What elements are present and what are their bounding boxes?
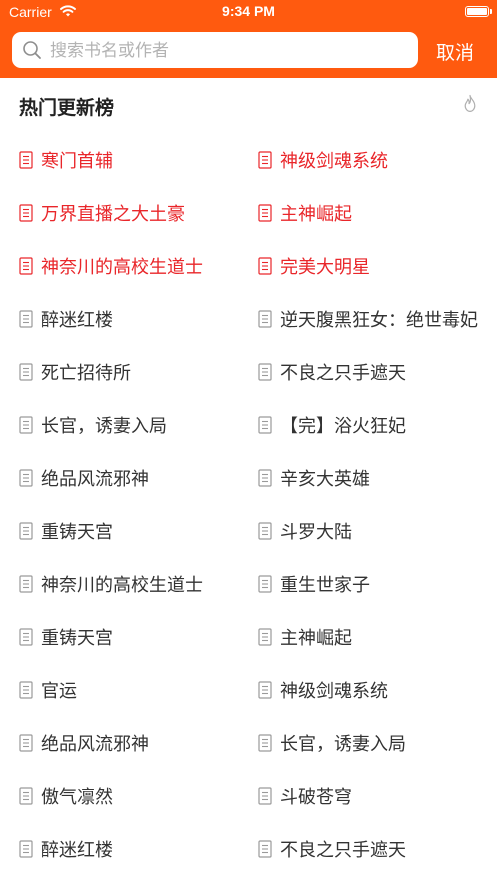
book-item[interactable]: 逆天腹黑狂女：绝世毒妃 bbox=[258, 293, 480, 345]
document-icon bbox=[258, 257, 280, 275]
book-title: 神级剑魂系统 bbox=[280, 681, 388, 702]
book-item[interactable]: 死亡招待所 bbox=[19, 346, 244, 398]
book-title: 主神崛起 bbox=[280, 204, 352, 225]
book-title: 主神崛起 bbox=[280, 628, 352, 649]
book-title: 醉迷红楼 bbox=[41, 310, 113, 331]
document-icon bbox=[19, 840, 41, 858]
book-title: 不良之只手遮天 bbox=[280, 363, 406, 384]
book-title: 逆天腹黑狂女：绝世毒妃 bbox=[280, 310, 478, 331]
document-icon bbox=[258, 628, 280, 646]
book-item[interactable]: 【完】浴火狂妃 bbox=[258, 399, 480, 451]
book-title: 完美大明星 bbox=[280, 257, 370, 278]
document-icon bbox=[19, 681, 41, 699]
document-icon bbox=[258, 787, 280, 805]
book-item[interactable]: 主神崛起 bbox=[258, 611, 480, 663]
search-box[interactable] bbox=[12, 32, 418, 70]
book-title: 重生世家子 bbox=[280, 575, 370, 596]
search-input[interactable] bbox=[48, 32, 412, 70]
book-title: 官运 bbox=[41, 681, 77, 702]
battery-icon bbox=[465, 6, 492, 17]
document-icon bbox=[19, 628, 41, 646]
status-time: 9:34 PM bbox=[222, 3, 275, 19]
book-title: 神奈川的高校生道士 bbox=[41, 257, 203, 278]
book-item[interactable]: 绝品风流邪神 bbox=[19, 452, 244, 504]
document-icon bbox=[19, 522, 41, 540]
book-item[interactable]: 神级剑魂系统 bbox=[258, 664, 480, 716]
book-title: 神奈川的高校生道士 bbox=[41, 575, 203, 596]
book-item[interactable]: 神奈川的高校生道士 bbox=[19, 240, 244, 292]
document-icon bbox=[258, 204, 280, 222]
book-item[interactable]: 官运 bbox=[19, 664, 244, 716]
document-icon bbox=[19, 575, 41, 593]
document-icon bbox=[258, 310, 280, 328]
book-item[interactable]: 重铸天宫 bbox=[19, 505, 244, 557]
document-icon bbox=[258, 681, 280, 699]
document-icon bbox=[19, 787, 41, 805]
document-icon bbox=[19, 310, 41, 328]
document-icon bbox=[19, 363, 41, 381]
document-icon bbox=[19, 734, 41, 752]
book-title: 斗破苍穹 bbox=[280, 787, 352, 808]
book-item[interactable]: 醉迷红楼 bbox=[19, 293, 244, 345]
document-icon bbox=[258, 469, 280, 487]
book-title: 死亡招待所 bbox=[41, 363, 131, 384]
book-item[interactable]: 不良之只手遮天 bbox=[258, 823, 480, 875]
document-icon bbox=[258, 416, 280, 434]
document-icon bbox=[19, 257, 41, 275]
document-icon bbox=[258, 151, 280, 169]
section-title: 热门更新榜 bbox=[19, 97, 115, 119]
book-item[interactable]: 万界直播之大土豪 bbox=[19, 187, 244, 239]
book-item[interactable]: 绝品风流邪神 bbox=[19, 717, 244, 769]
book-title: 神级剑魂系统 bbox=[280, 151, 388, 172]
book-title: 长官，诱妻入局 bbox=[280, 734, 406, 755]
book-item[interactable]: 长官，诱妻入局 bbox=[258, 717, 480, 769]
document-icon bbox=[19, 151, 41, 169]
document-icon bbox=[258, 363, 280, 381]
document-icon bbox=[19, 469, 41, 487]
document-icon bbox=[258, 522, 280, 540]
document-icon bbox=[258, 734, 280, 752]
book-item[interactable]: 斗罗大陆 bbox=[258, 505, 480, 557]
book-item[interactable]: 傲气凛然 bbox=[19, 770, 244, 822]
document-icon bbox=[258, 840, 280, 858]
book-title: 【完】浴火狂妃 bbox=[280, 416, 406, 437]
book-title: 辛亥大英雄 bbox=[280, 469, 370, 490]
book-item[interactable]: 斗破苍穹 bbox=[258, 770, 480, 822]
status-bar: Carrier 9:34 PM bbox=[0, 0, 497, 26]
book-item[interactable]: 完美大明星 bbox=[258, 240, 480, 292]
book-item[interactable]: 重生世家子 bbox=[258, 558, 480, 610]
book-item[interactable]: 寒门首辅 bbox=[19, 134, 244, 186]
book-title: 不良之只手遮天 bbox=[280, 840, 406, 861]
flame-icon bbox=[461, 94, 479, 118]
book-title: 绝品风流邪神 bbox=[41, 734, 149, 755]
book-title: 长官，诱妻入局 bbox=[41, 416, 167, 437]
book-item[interactable]: 醉迷红楼 bbox=[19, 823, 244, 875]
book-title: 斗罗大陆 bbox=[280, 522, 352, 543]
book-title: 寒门首辅 bbox=[41, 151, 113, 172]
book-title: 傲气凛然 bbox=[41, 787, 113, 808]
book-item[interactable]: 重铸天宫 bbox=[19, 611, 244, 663]
book-title: 重铸天宫 bbox=[41, 522, 113, 543]
book-item[interactable]: 辛亥大英雄 bbox=[258, 452, 480, 504]
book-item[interactable]: 神奈川的高校生道士 bbox=[19, 558, 244, 610]
document-icon bbox=[19, 204, 41, 222]
book-title: 绝品风流邪神 bbox=[41, 469, 149, 490]
search-icon bbox=[22, 40, 42, 64]
book-item[interactable]: 长官，诱妻入局 bbox=[19, 399, 244, 451]
book-title: 醉迷红楼 bbox=[41, 840, 113, 861]
book-title: 万界直播之大土豪 bbox=[41, 204, 185, 225]
book-item[interactable]: 神级剑魂系统 bbox=[258, 134, 480, 186]
cancel-button[interactable]: 取消 bbox=[436, 38, 474, 65]
book-item[interactable]: 不良之只手遮天 bbox=[258, 346, 480, 398]
document-icon bbox=[258, 575, 280, 593]
document-icon bbox=[19, 416, 41, 434]
header-bar: Carrier 9:34 PM 取消 bbox=[0, 0, 497, 78]
book-title: 重铸天宫 bbox=[41, 628, 113, 649]
book-item[interactable]: 主神崛起 bbox=[258, 187, 480, 239]
